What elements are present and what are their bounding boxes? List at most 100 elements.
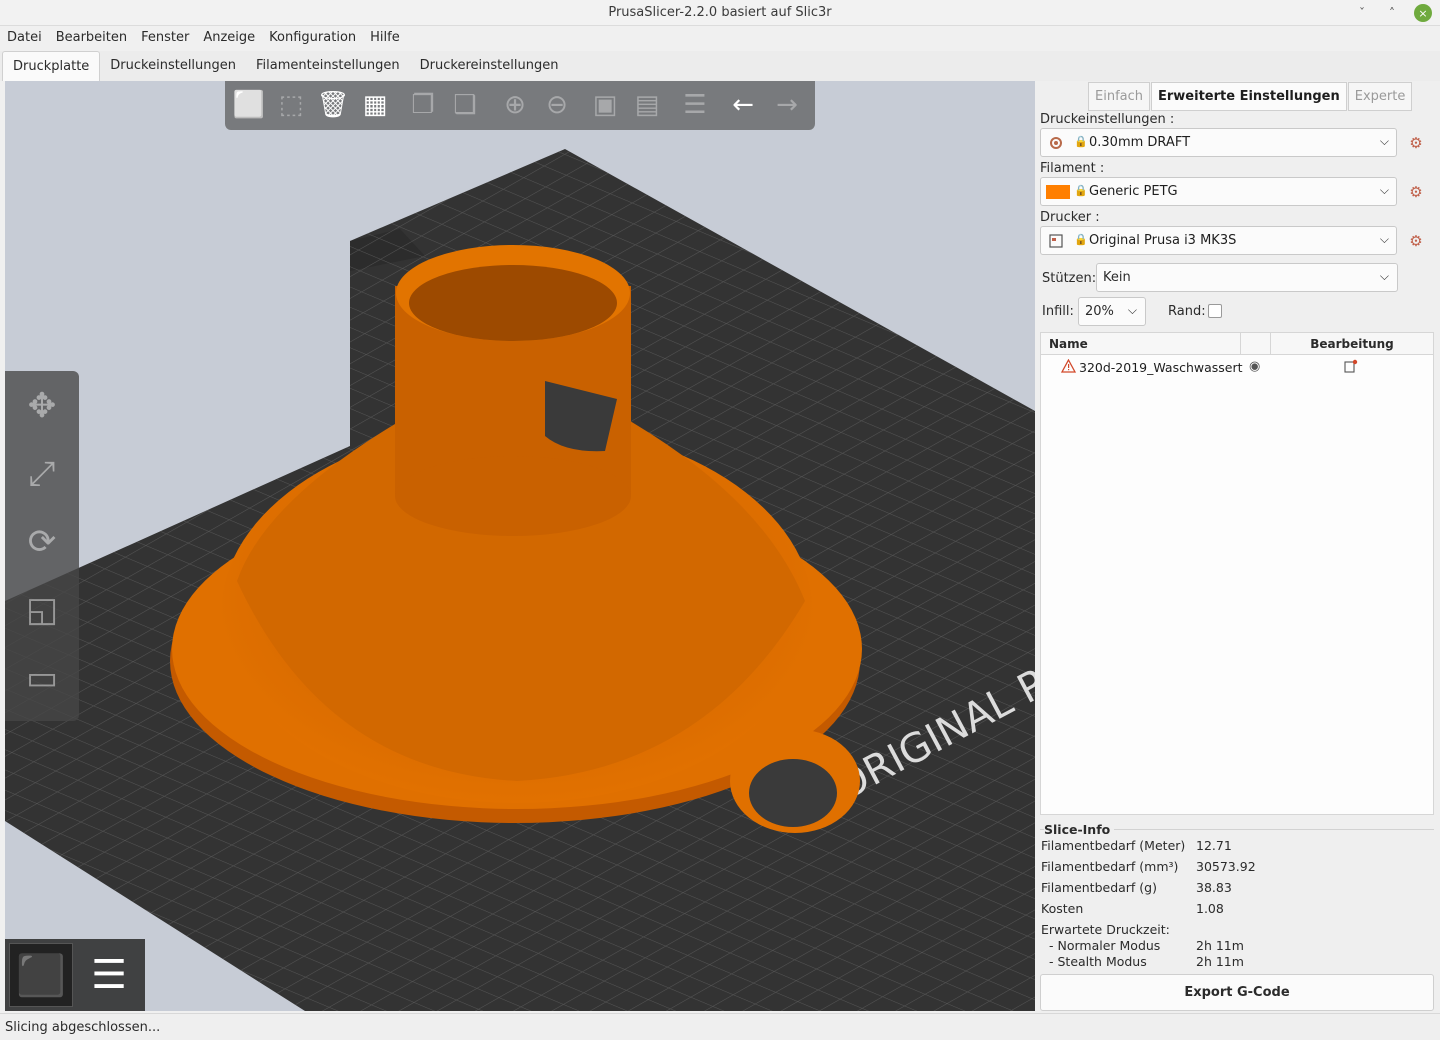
add-object-icon[interactable]: ⬜ [231, 87, 267, 123]
print-settings-value: 0.30mm DRAFT [1089, 135, 1191, 150]
printer-value: Original Prusa i3 MK3S [1089, 233, 1237, 248]
tab-filamenteinstellungen[interactable]: Filamenteinstellungen [246, 51, 410, 81]
split-parts-icon[interactable]: ▤ [629, 87, 665, 123]
delete-icon[interactable]: ⬚ [273, 87, 309, 123]
slice-info-value: 1.08 [1196, 901, 1224, 916]
column-edit-header[interactable]: Bearbeitung [1271, 337, 1433, 351]
undo-icon[interactable]: ← [725, 87, 761, 123]
top-toolbar: ⬜ ⬚ 🗑 ▦ ❐ ❑ ⊕ ⊖ ▣ ▤ ☰ ← → [225, 81, 815, 130]
export-gcode-button[interactable]: Export G-Code [1040, 974, 1434, 1011]
layer-editing-icon[interactable]: ☰ [677, 87, 713, 123]
tab-druckereinstellungen[interactable]: Druckereinstellungen [410, 51, 569, 81]
slice-info-value: 30573.92 [1196, 859, 1256, 874]
supports-combo[interactable]: Kein ⌵ [1096, 263, 1398, 292]
print-time-value: 2h 11m [1196, 938, 1244, 953]
print-time-mode-label: - Normaler Modus [1049, 938, 1161, 953]
filament-color-swatch [1046, 185, 1070, 199]
3d-view-icon[interactable]: ⬛ [9, 943, 73, 1007]
column-separator [1240, 333, 1241, 355]
filament-value: Generic PETG [1089, 184, 1178, 199]
menu-datei[interactable]: Datei [0, 26, 49, 50]
eye-icon[interactable]: ◉ [1249, 359, 1260, 374]
lock-icon: 🔒 [1074, 184, 1088, 197]
3d-viewport[interactable]: ORIGINAL PRU ⬜ ⬚ 🗑 ▦ ❐ ❑ ⊕ ⊖ ▣ ▤ ☰ ← → ✥… [5, 81, 1035, 1011]
gear-icon[interactable]: ⚙ [1407, 134, 1425, 152]
brim-label: Rand: [1168, 304, 1206, 319]
minimize-button[interactable]: ˇ [1352, 3, 1372, 23]
supports-value: Kein [1103, 270, 1131, 285]
filament-combo[interactable]: 🔒 Generic PETG ⌵ [1040, 177, 1397, 206]
sidebar: Einfach Erweiterte Einstellungen Experte… [1035, 81, 1440, 1013]
remove-instance-icon[interactable]: ⊖ [539, 87, 575, 123]
status-text: Slicing abgeschlossen... [5, 1020, 161, 1035]
infill-combo[interactable]: 20% ⌵ [1078, 297, 1146, 326]
split-objects-icon[interactable]: ▣ [587, 87, 623, 123]
maximize-button[interactable]: ˄ [1382, 3, 1402, 23]
column-name-header[interactable]: Name [1049, 337, 1088, 351]
lock-icon: 🔒 [1074, 135, 1088, 148]
slice-info-label: Kosten [1041, 901, 1084, 916]
menu-hilfe[interactable]: Hilfe [363, 26, 407, 50]
close-button[interactable]: × [1414, 4, 1432, 22]
brim-checkbox[interactable] [1208, 304, 1222, 318]
mode-expert-button[interactable]: Experte [1347, 82, 1413, 111]
tab-druckeinstellungen[interactable]: Druckeinstellungen [100, 51, 246, 81]
object-list-header: Name Bearbeitung [1041, 333, 1433, 355]
gear-icon[interactable]: ⚙ [1407, 232, 1425, 250]
print-time-label: Erwartete Druckzeit: [1041, 922, 1170, 937]
menu-anzeige[interactable]: Anzeige [196, 26, 262, 50]
mode-advanced-button[interactable]: Erweiterte Einstellungen [1151, 82, 1347, 111]
object-list: Name Bearbeitung 320d-2019_Waschwassert … [1040, 332, 1434, 815]
menu-fenster[interactable]: Fenster [134, 26, 196, 50]
printer-label: Drucker : [1040, 210, 1100, 225]
cut-icon[interactable]: ▭ [11, 647, 73, 709]
place-on-face-icon[interactable]: ◱ [11, 579, 73, 641]
slice-info-label: Filamentbedarf (Meter) [1041, 838, 1186, 853]
cog-icon [1050, 137, 1062, 149]
slice-info-value: 38.83 [1196, 880, 1232, 895]
delete-all-icon[interactable]: 🗑 [315, 87, 351, 123]
menu-konfiguration[interactable]: Konfiguration [262, 26, 363, 50]
printer-combo[interactable]: 🔒 Original Prusa i3 MK3S ⌵ [1040, 226, 1397, 255]
arrange-icon[interactable]: ▦ [357, 87, 393, 123]
menu-bar: Datei Bearbeiten Fenster Anzeige Konfigu… [0, 26, 1440, 50]
add-instance-icon[interactable]: ⊕ [497, 87, 533, 123]
chevron-down-icon: ⌵ [1379, 269, 1389, 283]
gizmo-toolbar: ✥ ⤢ ⟳ ◱ ▭ [5, 371, 79, 721]
slice-info-label: Filamentbedarf (mm³) [1041, 859, 1179, 874]
printer-icon [1049, 234, 1063, 248]
lock-icon: 🔒 [1074, 233, 1088, 246]
paste-icon[interactable]: ❑ [447, 87, 483, 123]
title-bar: PrusaSlicer-2.2.0 basiert auf Slic3r ˇ ˄… [0, 0, 1440, 26]
chevron-down-icon: ⌵ [1379, 232, 1389, 246]
slice-info-title: Slice-Info [1044, 822, 1115, 837]
mode-simple-button[interactable]: Einfach [1088, 82, 1150, 111]
gear-icon[interactable]: ⚙ [1407, 183, 1425, 201]
move-icon[interactable]: ✥ [11, 375, 73, 437]
main-tabs: Druckplatte Druckeinstellungen Filamente… [0, 51, 1440, 81]
mode-buttons: Einfach Erweiterte Einstellungen Experte [1088, 82, 1413, 111]
slice-info-value: 12.71 [1196, 838, 1232, 853]
window-title: PrusaSlicer-2.2.0 basiert auf Slic3r [608, 5, 832, 20]
print-time-mode-label: - Stealth Modus [1049, 954, 1147, 969]
copy-icon[interactable]: ❐ [405, 87, 441, 123]
chevron-down-icon: ⌵ [1125, 303, 1137, 318]
print-settings-label: Druckeinstellungen : [1040, 112, 1175, 127]
edit-icon[interactable] [1344, 359, 1358, 373]
object-name: 320d-2019_Waschwassert [1079, 360, 1243, 375]
tab-druckplatte[interactable]: Druckplatte [2, 51, 101, 81]
infill-label: Infill: [1042, 304, 1074, 319]
print-settings-combo[interactable]: 🔒 0.30mm DRAFT ⌵ [1040, 128, 1397, 157]
menu-bearbeiten[interactable]: Bearbeiten [49, 26, 134, 50]
rotate-icon[interactable]: ⟳ [11, 511, 73, 573]
view-switch: ⬛ ☰ [5, 939, 145, 1011]
preview-icon[interactable]: ☰ [77, 943, 141, 1007]
slice-info-label: Filamentbedarf (g) [1041, 880, 1157, 895]
chevron-down-icon: ⌵ [1379, 134, 1389, 148]
object-row[interactable]: 320d-2019_Waschwassert ◉ [1041, 357, 1433, 379]
print-time-value: 2h 11m [1196, 954, 1244, 969]
status-bar: Slicing abgeschlossen... [0, 1013, 1440, 1040]
redo-icon[interactable]: → [769, 87, 805, 123]
scale-icon[interactable]: ⤢ [11, 443, 73, 505]
scene-canvas[interactable]: ORIGINAL PRU [5, 81, 1035, 1011]
